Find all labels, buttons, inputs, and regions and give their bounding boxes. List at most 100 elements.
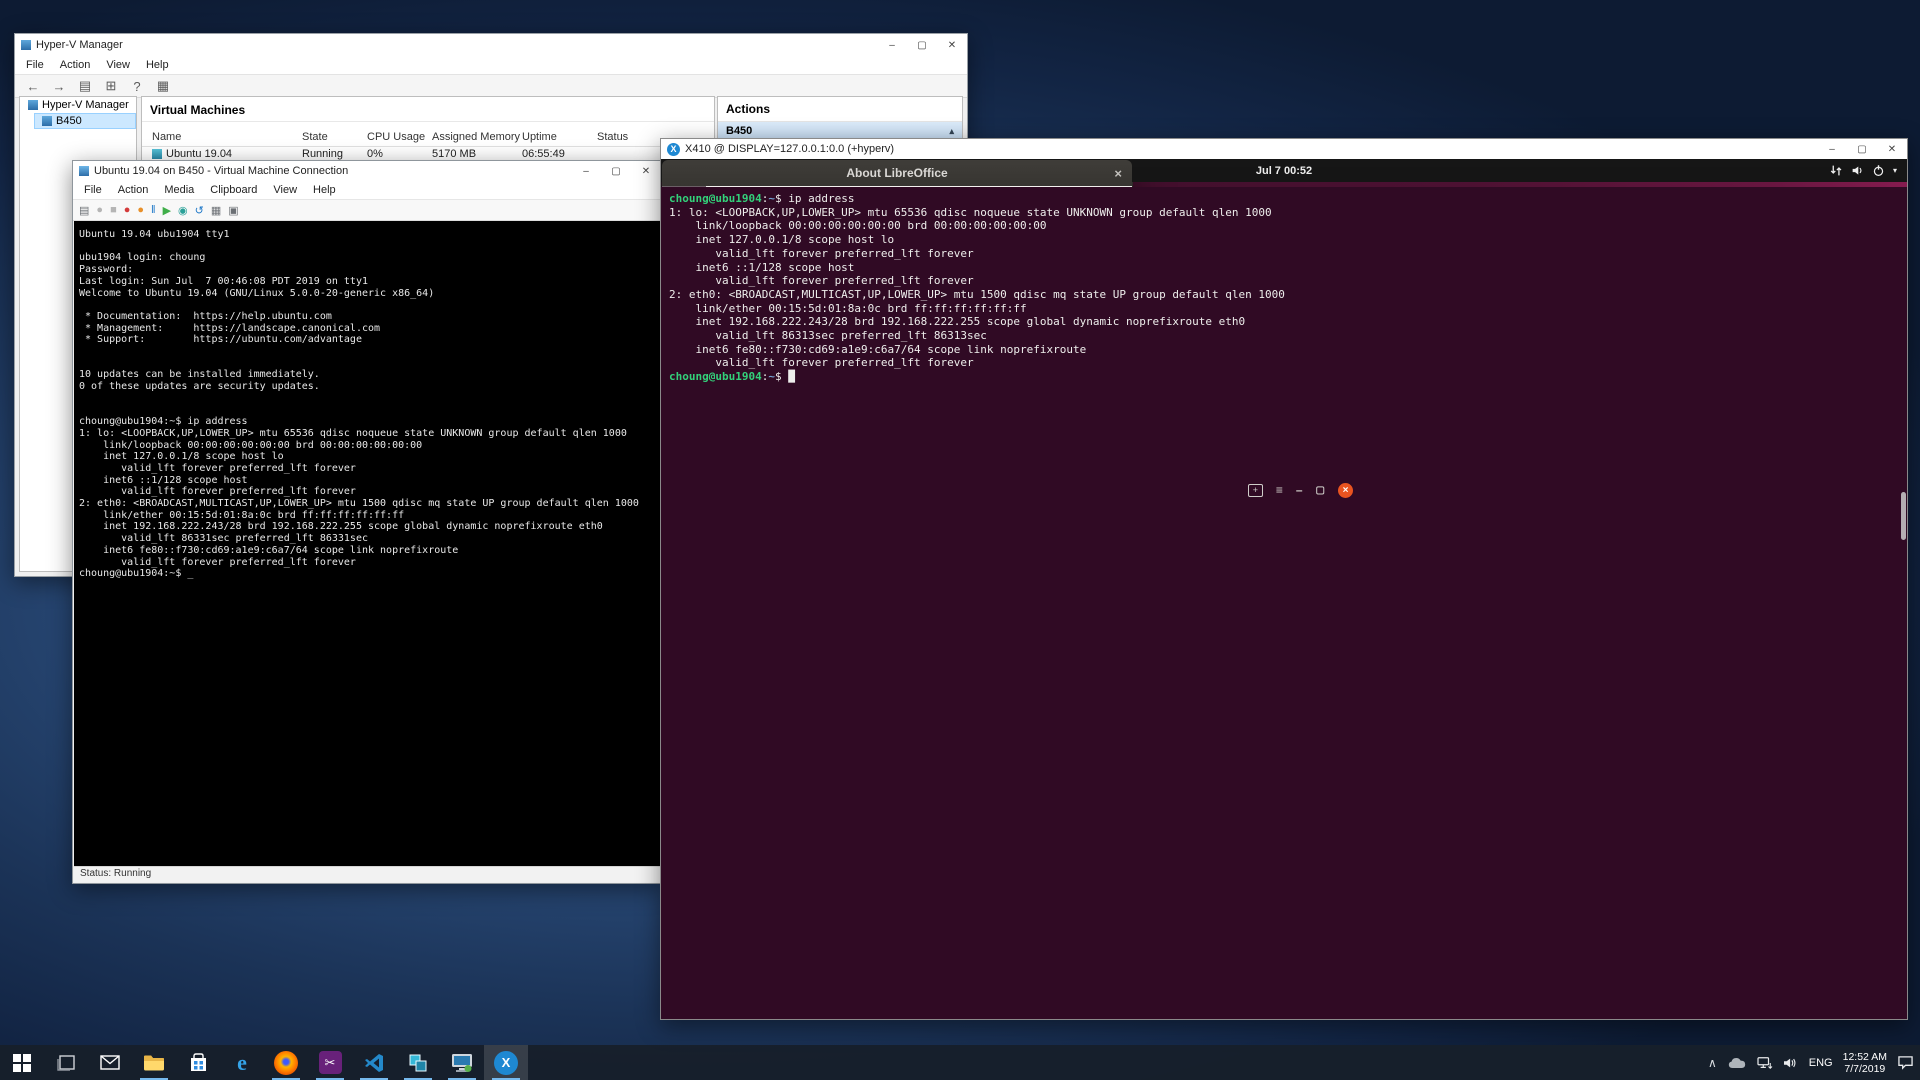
console-line: Ubuntu 19.04 ubu1904 tty1: [79, 229, 660, 241]
minimize-button[interactable]: –: [571, 161, 601, 181]
console-line: * Documentation: https://help.ubuntu.com: [79, 311, 660, 323]
taskbar-item-file-explorer[interactable]: [132, 1045, 176, 1080]
x410-titlebar[interactable]: X X410 @ DISPLAY=127.0.0.1:0.0 (+hyperv)…: [661, 139, 1907, 159]
maximize-button[interactable]: ▢: [1316, 485, 1325, 496]
system-status-area[interactable]: ▾: [1830, 164, 1897, 177]
onedrive-icon[interactable]: [1727, 1056, 1747, 1069]
close-button[interactable]: ✕: [937, 34, 967, 56]
console-icon: [28, 100, 38, 110]
taskbar-item-mail[interactable]: [88, 1045, 132, 1080]
ctrl-alt-del[interactable]: ▤: [79, 204, 89, 217]
terminal-line: valid_lft forever preferred_lft forever: [669, 274, 1907, 288]
taskbar-item-firefox[interactable]: [264, 1045, 308, 1080]
console-line: [79, 358, 660, 370]
tree-item-root[interactable]: Hyper-V Manager: [20, 97, 136, 113]
shut-down[interactable]: ●: [137, 204, 144, 216]
col-uptime[interactable]: Uptime: [522, 131, 557, 143]
x410-icon: X: [494, 1051, 518, 1075]
vmconnect-titlebar[interactable]: Ubuntu 19.04 on B450 - Virtual Machine C…: [73, 161, 661, 181]
terminal-scrollbar-thumb[interactable]: [1901, 492, 1906, 540]
menu-item[interactable]: View: [99, 57, 137, 73]
taskbar-item-hyperv-manager[interactable]: [396, 1045, 440, 1080]
console-line: valid_lft forever preferred_lft forever: [79, 557, 660, 569]
console-line: [79, 346, 660, 358]
taskbar-clock[interactable]: 12:52 AM 7/7/2019: [1843, 1051, 1887, 1075]
action-center-icon[interactable]: [1897, 1055, 1914, 1070]
vmconnect-statusbar: Status: Running: [74, 866, 660, 882]
taskbar-item-snip-tool[interactable]: ✂: [308, 1045, 352, 1080]
close-button[interactable]: ✕: [1877, 139, 1907, 159]
maximize-button[interactable]: ▢: [907, 34, 937, 56]
minimize-button[interactable]: –: [1817, 139, 1847, 159]
maximize-button[interactable]: ▢: [601, 161, 631, 181]
taskbar-item-edge[interactable]: e: [220, 1045, 264, 1080]
task-view-button[interactable]: [44, 1045, 88, 1080]
col-state[interactable]: State: [302, 131, 328, 143]
show-hidden-icons-chevron[interactable]: ∧: [1708, 1056, 1717, 1070]
vm-console[interactable]: Ubuntu 19.04 ubu1904 tty1 ubu1904 login: …: [74, 221, 660, 868]
minimize-button[interactable]: –: [877, 34, 907, 56]
taskbar-item-x410[interactable]: X: [484, 1045, 528, 1080]
forward[interactable]: →: [49, 76, 69, 96]
close-button[interactable]: ✕: [631, 161, 661, 181]
close-icon[interactable]: ×: [1114, 166, 1122, 181]
collapse-icon[interactable]: ▴: [949, 126, 954, 137]
menu-item[interactable]: File: [77, 182, 109, 198]
keyboard[interactable]: ▦: [211, 204, 221, 217]
vm-icon: [152, 149, 162, 159]
taskbar-item-vscode[interactable]: [352, 1045, 396, 1080]
menu-item[interactable]: View: [266, 182, 304, 198]
help[interactable]: ?: [127, 76, 147, 96]
vmconnect-app-icon: [79, 166, 89, 176]
properties[interactable]: ▦: [153, 76, 173, 96]
back[interactable]: ←: [23, 76, 43, 96]
tree-item-b450[interactable]: B450: [34, 113, 136, 129]
turn-off[interactable]: ●: [124, 204, 131, 216]
console-line: choung@ubu1904:~$ ip address: [79, 416, 660, 428]
menu-item[interactable]: Help: [306, 182, 343, 198]
network-icon[interactable]: [1757, 1056, 1773, 1070]
actions-title: Actions: [718, 97, 962, 122]
console-line: 1: lo: <LOOPBACK,UP,LOWER_UP> mtu 65536 …: [79, 428, 660, 440]
x410-window: X X410 @ DISPLAY=127.0.0.1:0.0 (+hyperv)…: [660, 138, 1908, 1020]
start[interactable]: ●: [96, 204, 103, 216]
revert[interactable]: ↺: [195, 204, 204, 217]
menu-item[interactable]: Action: [53, 57, 98, 73]
pause[interactable]: ‖: [151, 204, 156, 216]
resume[interactable]: ▶: [163, 204, 171, 217]
taskbar-item-vmconnect[interactable]: [440, 1045, 484, 1080]
new-tab-icon[interactable]: +: [1248, 484, 1263, 497]
menu-item[interactable]: Clipboard: [203, 182, 264, 198]
maximize-button[interactable]: ▢: [1847, 139, 1877, 159]
about-dialog-titlebar[interactable]: About LibreOffice ×: [662, 160, 1132, 186]
checkpoint[interactable]: ◉: [178, 204, 188, 217]
menu-item[interactable]: File: [19, 57, 51, 73]
console-line: [79, 241, 660, 253]
console-line: 10 updates can be installed immediately.: [79, 369, 660, 381]
close-button[interactable]: ×: [1338, 483, 1353, 498]
console-line: Welcome to Ubuntu 19.04 (GNU/Linux 5.0.0…: [79, 288, 660, 300]
stop[interactable]: ■: [110, 204, 117, 216]
menu-item[interactable]: Help: [139, 57, 176, 73]
hyperv-titlebar[interactable]: Hyper-V Manager – ▢ ✕: [15, 34, 967, 56]
col-cpu[interactable]: CPU Usage: [367, 131, 425, 143]
console-tree[interactable]: ⊞: [101, 76, 121, 96]
start-button[interactable]: [0, 1045, 44, 1080]
console-line: ubu1904 login: choung: [79, 252, 660, 264]
col-memory[interactable]: Assigned Memory: [432, 131, 520, 143]
col-name[interactable]: Name: [152, 131, 181, 143]
enhanced-session[interactable]: ▣: [228, 204, 238, 217]
menu-item[interactable]: Media: [157, 182, 201, 198]
show-action-pane[interactable]: ▤: [75, 76, 95, 96]
hamburger-menu-icon[interactable]: ≡: [1276, 483, 1283, 497]
terminal-content[interactable]: choung@ubu1904:~$ ip address 1: lo: <LOO…: [661, 187, 1907, 1019]
minimize-button[interactable]: –: [1296, 483, 1303, 497]
keyboard-language[interactable]: ENG: [1809, 1057, 1833, 1069]
menu-item[interactable]: Action: [111, 182, 156, 198]
gnome-terminal-window: choung@ubu1904: ~ + ≡ – ▢ × choung@ubu19…: [661, 476, 1361, 861]
taskbar-item-microsoft-store[interactable]: [176, 1045, 220, 1080]
col-status[interactable]: Status: [597, 131, 628, 143]
vscode-icon: [364, 1053, 384, 1073]
volume-icon[interactable]: [1783, 1056, 1799, 1070]
vmconnect-icon: [451, 1053, 473, 1073]
